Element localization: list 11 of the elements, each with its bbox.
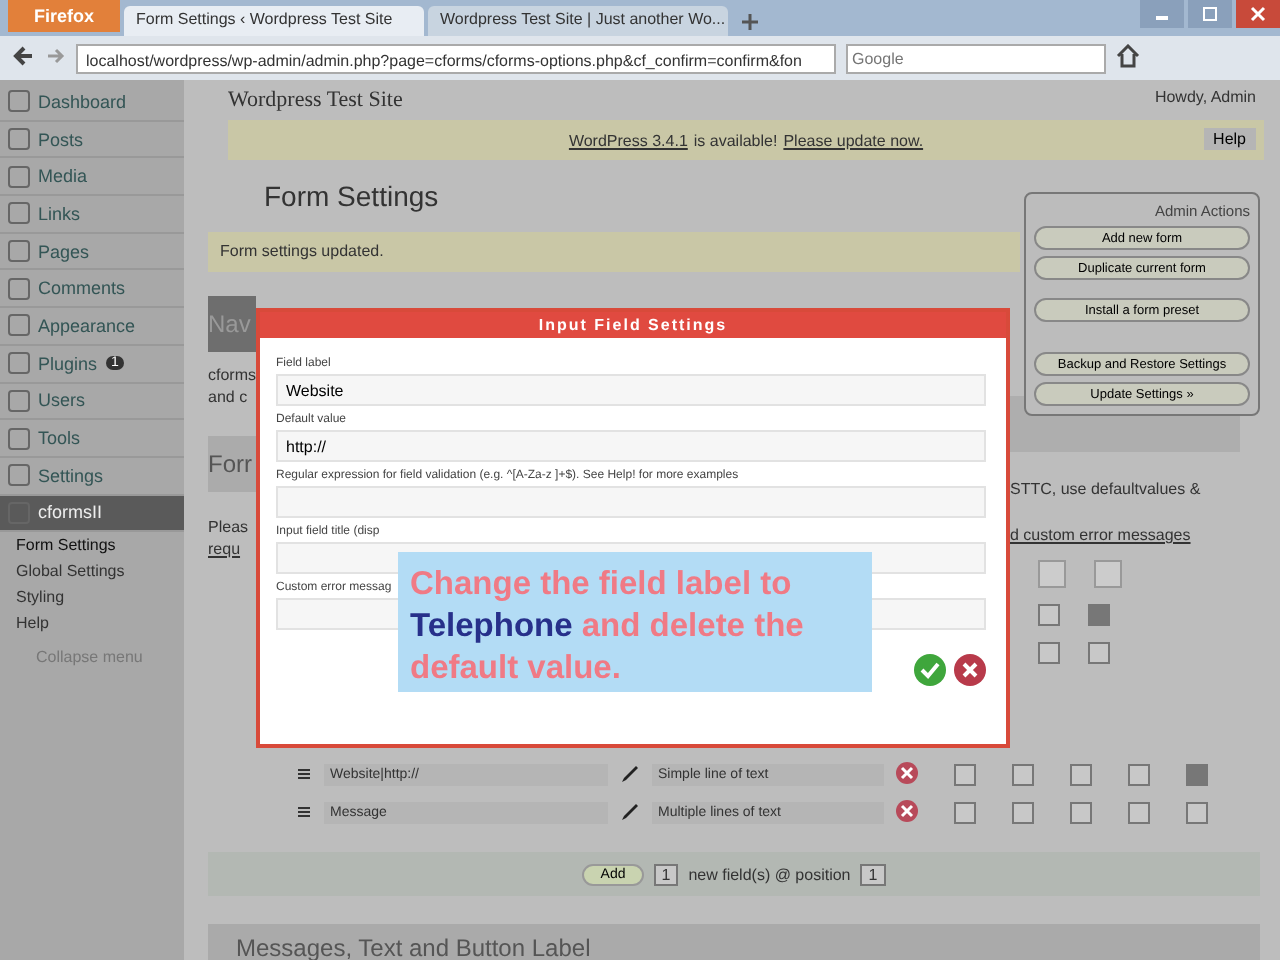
page-title: Form Settings [264, 180, 439, 216]
intro-text: STTC, use defaultvalues & [1010, 480, 1203, 498]
instruction-tooltip: Change the field label to Telephone and delete the default value. [398, 552, 872, 692]
notice-text: is available! [693, 131, 778, 149]
dialog-title: Input Field Settings [260, 312, 1006, 338]
status-message: Form settings updated. [208, 232, 1020, 272]
intro-text: Pleas [208, 516, 251, 538]
intro-text: cforms [208, 364, 256, 386]
add-text: new field(s) @ position [688, 865, 851, 883]
intro-text: and c [208, 386, 250, 408]
panel-heading: Forr [208, 436, 256, 492]
